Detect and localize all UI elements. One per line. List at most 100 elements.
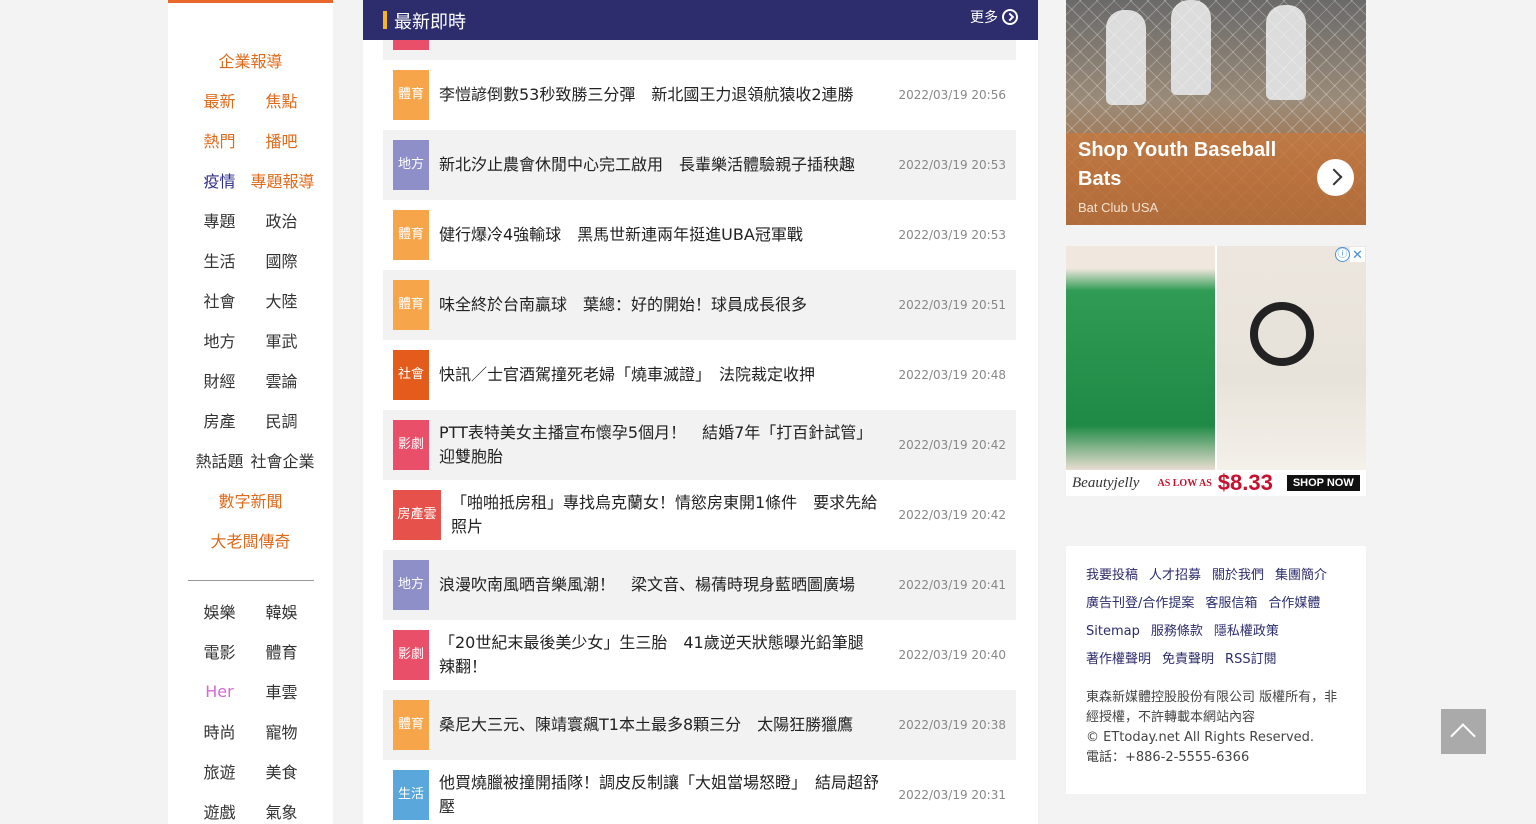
footer-link[interactable]: 服務條款 — [1151, 622, 1203, 642]
nav-link[interactable]: 政治 — [251, 208, 313, 232]
nav-link[interactable]: 最新 — [189, 88, 251, 112]
nav-link[interactable]: 企業報導 — [218, 48, 282, 72]
news-item[interactable]: 體育 健行爆冷4強輸球 黑馬世新連兩年挺進UBA冠軍戰 2022/03/19 20:… — [383, 200, 1016, 270]
news-item[interactable]: 社會 快訊／士官酒駕撞死老婦「燒車滅證」 法院裁定收押 2022/03/19 20:… — [383, 340, 1016, 410]
nav-row: 生活 國際 — [168, 240, 333, 280]
nav-link[interactable]: 數字新聞 — [218, 488, 282, 512]
category-tag[interactable]: 體育 — [393, 70, 429, 120]
news-item[interactable]: 地方 浪漫吹南風晒音樂風潮！ 梁文音、楊蒨時現身藍晒圖廣場 2022/03/19 2… — [383, 550, 1016, 620]
baseball-ad[interactable]: Shop Youth Baseball Bats Bat Club USA — [1066, 0, 1366, 225]
footer-link[interactable]: 著作權聲明 — [1086, 650, 1151, 670]
nav-link[interactable]: 房產 — [189, 408, 251, 432]
category-tag[interactable]: 體育 — [393, 210, 429, 260]
nav-link[interactable]: 社會 — [189, 288, 251, 312]
nav-link[interactable]: 財經 — [189, 368, 251, 392]
footer-link[interactable]: 合作媒體 — [1268, 594, 1320, 614]
nav-link[interactable]: 電影 — [189, 639, 251, 663]
ad-info-icon[interactable]: ⓘ — [1335, 247, 1350, 262]
news-item[interactable]: 生活 他買燒臘被撞開插隊！調皮反制讓「大姐當場怒瞪」 結局超舒壓 2022/03/1… — [383, 760, 1016, 824]
category-tag[interactable]: 地方 — [393, 140, 429, 190]
ad-close-icon[interactable]: ✕ — [1350, 247, 1365, 262]
nav-link[interactable]: 雲論 — [251, 368, 313, 392]
nav-link[interactable]: 疫情 — [189, 168, 251, 192]
nav-link[interactable]: 寵物 — [251, 719, 313, 743]
shop-now-button[interactable]: SHOP NOW — [1286, 475, 1360, 491]
footer-link[interactable]: 人才招募 — [1149, 566, 1201, 586]
category-tag[interactable]: 影劇 — [393, 420, 429, 470]
category-tag[interactable]: 體育 — [393, 700, 429, 750]
nav-link[interactable]: 遊戲 — [189, 799, 251, 823]
footer-link[interactable]: 免責聲明 — [1162, 650, 1214, 670]
news-headline[interactable]: 桑尼大三元、陳靖寰飆T1本土最多8顆三分 太陽狂勝獵鷹 — [439, 713, 879, 737]
footer-link[interactable]: Sitemap — [1086, 622, 1140, 642]
nav-link[interactable]: 播吧 — [251, 128, 313, 152]
nav-row: 數字新聞 — [168, 480, 333, 520]
fashion-ad[interactable]: ⓘ ✕ Beautyjelly AS LOW AS $8.33 SHOP NOW — [1066, 246, 1366, 496]
news-item[interactable]: 體育 桑尼大三元、陳靖寰飆T1本土最多8顆三分 太陽狂勝獵鷹 2022/03/19 … — [383, 690, 1016, 760]
category-tag[interactable]: 社會 — [393, 350, 429, 400]
news-item[interactable]: 房產雲 「啪啪抵房租」專找烏克蘭女！情慾房東開1條件 要求先給照片 2022/03/… — [383, 480, 1016, 550]
footer-link[interactable]: 隱私權政策 — [1214, 622, 1279, 642]
nav-link[interactable]: Her — [189, 682, 251, 701]
nav-link[interactable]: 氣象 — [251, 799, 313, 823]
nav-link[interactable]: 熱門 — [189, 128, 251, 152]
nav-link[interactable]: 韓娛 — [251, 599, 313, 623]
ad-title[interactable]: Shop Youth Baseball Bats — [1078, 136, 1298, 194]
nav-group-news: 企業報導 最新 焦點 熱門 播吧 疫情 專題報導 專題 政治 生活 國際 社會 大陸 地方 軍武 財經 雲論 房產… — [168, 3, 333, 560]
footer-links: 我要投稿 人才招募 關於我們 集團簡介廣告刊登/合作提案 客服信箱 合作媒體 Sitemap… — [1086, 566, 1346, 670]
chevron-right-icon[interactable] — [1317, 159, 1354, 196]
category-tag[interactable]: 地方 — [393, 560, 429, 610]
nav-link[interactable]: 專題報導 — [251, 168, 315, 192]
footer-link[interactable]: 集團簡介 — [1275, 566, 1327, 586]
nav-link[interactable]: 民調 — [251, 408, 313, 432]
header-accent-bar — [383, 11, 387, 29]
nav-row: 企業報導 — [168, 40, 333, 80]
nav-link[interactable]: 大老闆傳奇 — [210, 528, 290, 552]
news-item[interactable]: 影劇 PTT表特美女主播宣布懷孕5個月！ 結婚7年「打百針試管」迎雙胞胎 2022/… — [383, 410, 1016, 480]
nav-link[interactable]: 專題 — [189, 208, 251, 232]
more-link[interactable]: 更多 — [970, 7, 1018, 27]
news-item[interactable]: 影劇 「20世紀末最後美少女」生三胎 41歲逆天狀態曝光鉛筆腿辣翻！ 2022/03… — [383, 620, 1016, 690]
green-blouse-image — [1066, 246, 1215, 470]
news-headline[interactable]: PTT表特美女主播宣布懷孕5個月！ 結婚7年「打百針試管」迎雙胞胎 — [439, 421, 879, 469]
footer-link[interactable]: 我要投稿 — [1086, 566, 1138, 586]
nav-link[interactable]: 車雲 — [251, 679, 313, 703]
news-item[interactable]: 地方 新北汐止農會休閒中心完工啟用 長輩樂活體驗親子插秧趣 2022/03/19 2… — [383, 130, 1016, 200]
nav-link[interactable]: 焦點 — [251, 88, 313, 112]
back-to-top-button[interactable] — [1441, 709, 1486, 754]
news-headline[interactable]: 健行爆冷4強輸球 黑馬世新連兩年挺進UBA冠軍戰 — [439, 223, 879, 247]
footer-link[interactable]: 客服信箱 — [1205, 594, 1257, 614]
nav-link[interactable]: 大陸 — [251, 288, 313, 312]
news-headline[interactable]: 「20世紀末最後美少女」生三胎 41歲逆天狀態曝光鉛筆腿辣翻！ — [439, 631, 879, 679]
news-item[interactable]: 體育 味全終於台南贏球 葉總：好的開始！球員成長很多 2022/03/19 20:5… — [383, 270, 1016, 340]
nav-link[interactable]: 體育 — [251, 639, 313, 663]
news-headline[interactable]: 新北汐止農會休閒中心完工啟用 長輩樂活體驗親子插秧趣 — [439, 153, 879, 177]
category-tag[interactable]: 生活 — [393, 770, 429, 820]
news-headline[interactable]: 李愷諺倒數53秒致勝三分彈 新北國王力退領航猿收2連勝 — [439, 83, 879, 107]
news-timestamp: 2022/03/19 20:41 — [898, 578, 1006, 592]
nav-link[interactable]: 美食 — [251, 759, 313, 783]
news-headline[interactable]: 味全終於台南贏球 葉總：好的開始！球員成長很多 — [439, 293, 879, 317]
category-tag[interactable]: 房產雲 — [393, 490, 441, 540]
latest-news-panel: 最新即時 更多 體育 李愷諺倒數53秒致勝三分彈 新北國王力退領航猿收2連勝 202… — [363, 0, 1038, 824]
nav-link[interactable]: 社會企業 — [251, 448, 315, 472]
category-tag[interactable]: 影劇 — [393, 630, 429, 680]
footer-link[interactable]: RSS訂閱 — [1225, 650, 1277, 670]
nav-link[interactable]: 軍武 — [251, 328, 313, 352]
nav-link[interactable]: 國際 — [251, 248, 313, 272]
news-headline[interactable]: 他買燒臘被撞開插隊！調皮反制讓「大姐當場怒瞪」 結局超舒壓 — [439, 771, 879, 819]
footer-link[interactable]: 廣告刊登/合作提案 — [1086, 594, 1194, 614]
nav-link[interactable]: 生活 — [189, 248, 251, 272]
nav-link[interactable]: 時尚 — [189, 719, 251, 743]
nav-link[interactable]: 娛樂 — [189, 599, 251, 623]
news-headline[interactable]: 浪漫吹南風晒音樂風潮！ 梁文音、楊蒨時現身藍晒圖廣場 — [439, 573, 879, 597]
news-timestamp: 2022/03/19 20:42 — [898, 508, 1006, 522]
news-headline[interactable]: 快訊／士官酒駕撞死老婦「燒車滅證」 法院裁定收押 — [439, 363, 879, 387]
nav-link[interactable]: 地方 — [189, 328, 251, 352]
category-tag[interactable]: 體育 — [393, 280, 429, 330]
nav-link[interactable]: 旅遊 — [189, 759, 251, 783]
news-headline[interactable]: 「啪啪抵房租」專找烏克蘭女！情慾房東開1條件 要求先給照片 — [451, 491, 879, 539]
footer-link[interactable]: 關於我們 — [1212, 566, 1264, 586]
news-item[interactable]: 體育 李愷諺倒數53秒致勝三分彈 新北國王力退領航猿收2連勝 2022/03/19 … — [383, 60, 1016, 130]
nav-link[interactable]: 熱話題 — [189, 448, 251, 472]
